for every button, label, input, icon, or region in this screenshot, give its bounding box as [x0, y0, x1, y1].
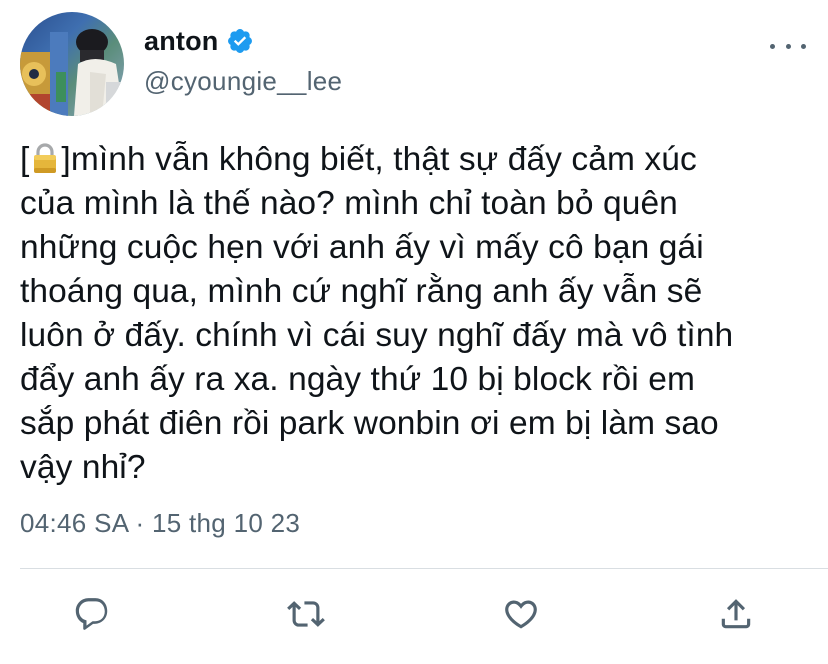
author-handle[interactable]: @cyoungie__lee	[144, 66, 342, 97]
divider	[20, 568, 828, 569]
meta-separator: ·	[135, 508, 145, 538]
tweet-date: 15 thg 10 23	[151, 508, 301, 538]
reply-button[interactable]	[70, 592, 114, 636]
tweet-time: 04:46 SA	[20, 508, 128, 538]
share-icon	[721, 599, 751, 629]
tweet-timestamp[interactable]: 04:46 SA · 15 thg 10 23	[20, 508, 300, 539]
display-name[interactable]: anton	[144, 26, 219, 57]
tweet-text: [ ]mình vẫn không biết, thật sự đấy cảm …	[20, 138, 820, 490]
dot-icon	[801, 43, 806, 49]
tweet-text-bracket: [	[20, 141, 30, 178]
like-button[interactable]	[499, 592, 543, 636]
like-icon	[505, 600, 537, 629]
share-button[interactable]	[714, 592, 758, 636]
retweet-button[interactable]	[284, 592, 328, 636]
more-options-icon[interactable]	[770, 32, 806, 60]
tweet-card: anton @cyoungie__lee [ ]mình vẫn không b…	[0, 0, 828, 664]
avatar-image	[20, 12, 124, 116]
verified-badge-icon	[226, 27, 254, 55]
dot-icon	[785, 43, 791, 49]
lock-icon	[30, 142, 60, 174]
dot-icon	[770, 43, 775, 49]
retweet-icon	[287, 601, 325, 627]
display-name-row[interactable]: anton	[144, 22, 254, 60]
tweet-text-body: ]mình vẫn không biết, thật sự đấy cảm xú…	[20, 141, 734, 486]
reply-icon	[75, 598, 108, 630]
avatar[interactable]	[20, 12, 124, 116]
